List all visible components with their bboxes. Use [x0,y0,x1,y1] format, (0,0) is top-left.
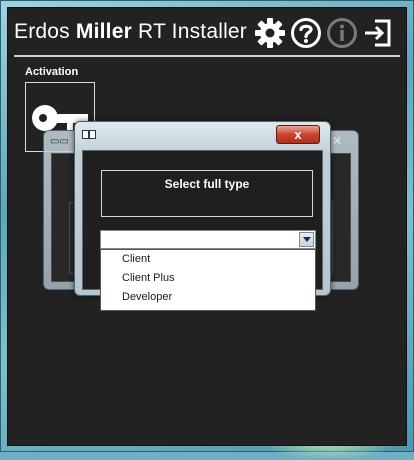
app-title-suffix: RT Installer [131,20,248,43]
type-dropdown-list: Client Client Plus Developer [100,249,316,311]
type-combobox[interactable] [100,230,316,249]
close-icon: x [294,127,302,142]
app-title-prefix: Erdos [14,20,76,43]
background-dialog-icon: ▭▭ [50,136,69,147]
dialog-window-icon [82,130,96,139]
prompt-label: Select full type [164,177,250,191]
info-icon[interactable] [326,17,358,49]
header-divider [14,55,400,57]
dropdown-option-client-plus[interactable]: Client Plus [101,269,315,288]
dropdown-button[interactable] [299,232,314,247]
app-title: Erdos Miller RT Installer [14,20,247,44]
background-dialog-close-icon: ✕ [331,134,342,148]
chevron-down-icon [303,237,311,242]
dropdown-option-client[interactable]: Client [101,250,315,269]
help-icon[interactable] [290,17,322,49]
app-title-bold: Miller [75,20,132,43]
prompt-box: Select full type [101,170,313,217]
dialog-close-button[interactable]: x [276,125,320,144]
activation-label: Activation [25,66,79,78]
gear-icon[interactable] [254,17,286,49]
exit-icon[interactable] [362,17,394,49]
dropdown-option-developer[interactable]: Developer [101,288,315,307]
